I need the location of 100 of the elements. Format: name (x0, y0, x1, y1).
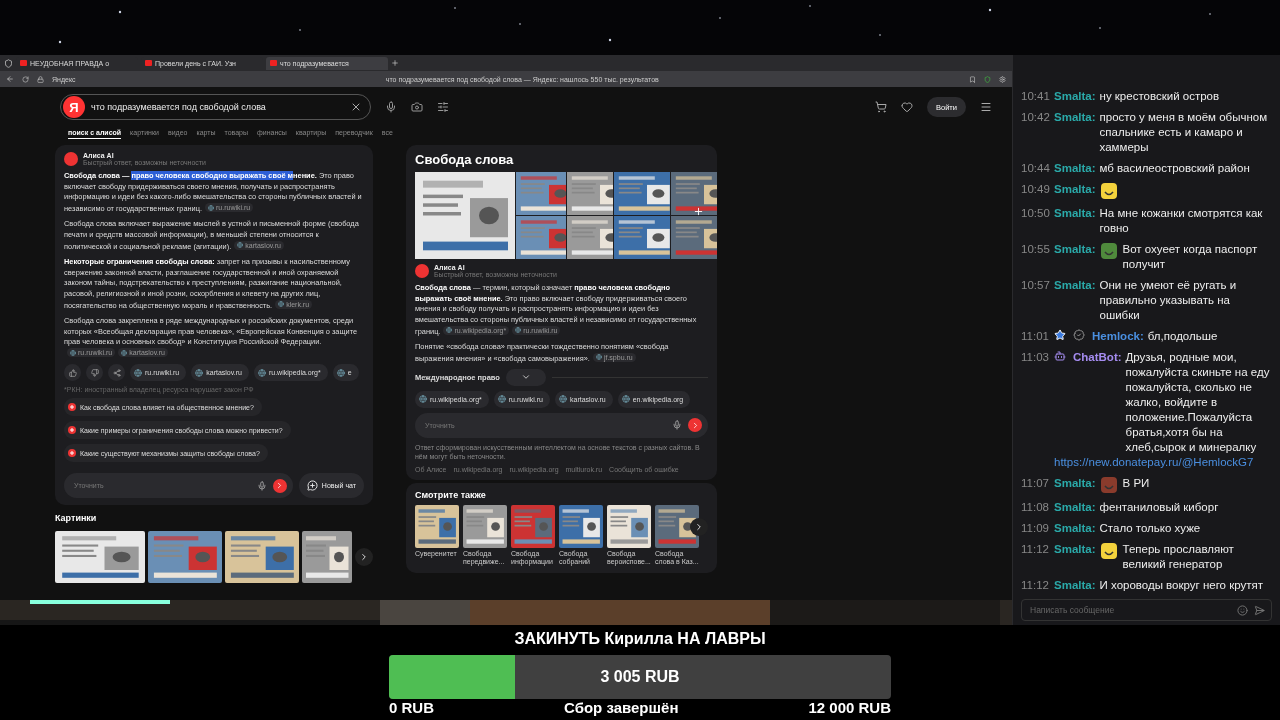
like-button[interactable] (64, 364, 81, 382)
settings-icon[interactable] (999, 75, 1006, 83)
browser-menu-icon[interactable] (4, 58, 13, 68)
logo[interactable]: Я (63, 96, 85, 118)
new-tab-icon[interactable] (391, 59, 399, 67)
dislike-button[interactable] (86, 364, 103, 382)
verified-badge-icon (1073, 329, 1085, 341)
assistant-logo-icon (64, 152, 78, 166)
message-time: 11:08 (1021, 500, 1050, 515)
send-icon[interactable] (1254, 604, 1265, 616)
section-title: Смотрите также (415, 489, 487, 500)
chat-username[interactable]: Smalta: (1054, 110, 1096, 125)
chat-username[interactable]: Smalta: (1054, 500, 1096, 515)
bookmark-icon[interactable] (969, 75, 976, 83)
panel-title: Свобода слова (415, 152, 515, 167)
chat-bubble-plus-icon (306, 480, 318, 492)
chat-username[interactable]: Smalta: (1054, 242, 1096, 257)
favorites-icon[interactable] (901, 101, 913, 113)
globe-icon (208, 204, 215, 211)
chat-username[interactable]: Smalta: (1054, 206, 1096, 221)
bot-badge-icon (1054, 350, 1066, 362)
emoji-icon[interactable] (1237, 604, 1248, 616)
assistant-logo-icon (415, 264, 429, 278)
message-time: 11:01 (1021, 329, 1050, 344)
reload-icon[interactable] (22, 75, 29, 83)
message-text: И хороводы вокруг него крутят (1099, 578, 1264, 593)
camera-icon[interactable] (411, 101, 423, 113)
filters-icon[interactable] (437, 101, 449, 113)
globe-icon (257, 368, 266, 377)
message-text: мб василеостровский район (1099, 161, 1251, 176)
chat-username[interactable]: Hemlock: (1092, 329, 1144, 344)
chat-input-field[interactable]: Написать сообщение (1021, 599, 1272, 621)
chat-username[interactable]: Smalta: (1054, 578, 1096, 593)
donation-status: Сбор завершён (564, 699, 679, 716)
globe-icon (237, 242, 244, 249)
chat-username[interactable]: Smalta: (1054, 476, 1096, 491)
share-button[interactable] (108, 364, 125, 382)
message-text: просто у меня в моём обычном спальнике есть и камаро и хаммеры (1099, 110, 1269, 155)
cart-icon[interactable] (875, 101, 887, 113)
globe-icon (595, 354, 602, 361)
message-time: 10:44 (1021, 161, 1050, 176)
send-button[interactable] (688, 418, 702, 433)
message-text: бл,подольше (1147, 329, 1219, 344)
message-time: 10:49 (1021, 182, 1050, 197)
message-text: Друзья, родные мои, пожалуйста скиньте на еду пожалуйста, сколько не жалко, войдите в положение.Пожалуйста братья,хотя бы на хлеб,сырок и минералку (1125, 350, 1271, 455)
chat-username[interactable]: Smalta: (1054, 182, 1096, 197)
chat-username[interactable]: ChatBot: (1073, 350, 1122, 365)
microphone-icon[interactable] (385, 101, 397, 113)
chevron-right-icon (694, 521, 704, 532)
chat-username[interactable]: Smalta: (1054, 542, 1096, 557)
goal-max: 12 000 RUB (808, 699, 891, 716)
message-link[interactable]: https://new.donatepay.ru/@HemlockG7 (1054, 455, 1272, 470)
plus-icon (693, 206, 704, 217)
lock-icon (37, 75, 44, 83)
globe-icon (559, 395, 567, 404)
thumbs-down-icon (90, 368, 99, 377)
message-time: 10:55 (1021, 242, 1050, 257)
message-time: 11:12 (1021, 578, 1050, 593)
globe-icon (446, 327, 453, 334)
back-icon[interactable] (6, 75, 14, 83)
shield-icon[interactable] (984, 75, 991, 83)
menu-icon[interactable] (980, 101, 992, 113)
chat-username[interactable]: Smalta: (1054, 161, 1096, 176)
chevron-right-icon (359, 552, 369, 563)
share-icon (112, 368, 121, 377)
star-badge-icon (1054, 329, 1066, 341)
plus-icon (68, 449, 76, 458)
globe-icon (70, 349, 76, 356)
microphone-icon[interactable] (672, 420, 682, 431)
microphone-icon[interactable] (256, 480, 267, 491)
message-text: Вот охуеет когда паспорт получит (1122, 242, 1259, 272)
message-time: 11:03 (1021, 350, 1050, 365)
globe-icon (621, 395, 630, 404)
section-title: Картинки (55, 513, 98, 524)
globe-icon (134, 368, 142, 377)
message-text: На мне кожанки смотрятся как говно (1099, 206, 1264, 236)
thumbs-up-icon (68, 368, 77, 377)
globe-icon (121, 349, 128, 356)
chat-username[interactable]: Smalta: (1054, 521, 1096, 536)
message-text: Теперь прославляют великий генератор (1122, 542, 1235, 572)
chat-username[interactable]: Smalta: (1054, 89, 1096, 104)
send-button[interactable] (272, 478, 287, 493)
message-text: Они не умеют её ругать и правильно указывать на ошибки (1099, 278, 1238, 323)
message-text: фентаниловый киборг (1099, 500, 1220, 515)
message-time: 10:57 (1021, 278, 1050, 293)
clear-icon[interactable] (350, 101, 362, 113)
globe-icon (336, 368, 345, 377)
message-time: 11:09 (1021, 521, 1050, 536)
globe-icon (195, 368, 204, 377)
more-images-button[interactable] (693, 206, 704, 217)
message-time: 10:42 (1021, 110, 1050, 125)
chat-input[interactable]: Написать сообщение (1028, 604, 1231, 616)
donation-title: ЗАКИНУТЬ Кирилла НА ЛАВРЫ (514, 629, 766, 649)
message-time: 11:07 (1021, 476, 1050, 491)
message-text: В РИ (1122, 476, 1151, 491)
chat-username[interactable]: Smalta: (1054, 278, 1096, 293)
message-time: 10:41 (1021, 89, 1050, 104)
message-time: 10:50 (1021, 206, 1050, 221)
globe-icon (278, 301, 285, 308)
globe-icon (515, 327, 522, 334)
